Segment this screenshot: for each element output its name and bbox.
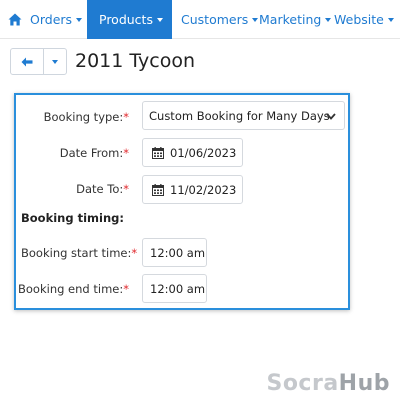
end-time-value: 12:00 am (150, 281, 206, 296)
top-navigation: Orders Products Customers Marketing Webs… (0, 0, 400, 39)
nav-website-label: Website (334, 12, 384, 27)
date-to-label: Date To:* (76, 182, 129, 196)
date-from-field[interactable]: 01/06/2023 (142, 138, 243, 167)
chevron-down-icon (387, 18, 394, 22)
chevron-down-icon (325, 18, 332, 22)
back-button[interactable] (11, 49, 44, 74)
nav-website[interactable]: Website (334, 0, 394, 39)
chevron-down-icon (52, 59, 58, 64)
arrow-left-icon (21, 57, 33, 66)
calendar-icon (152, 146, 164, 159)
back-dropdown-button[interactable] (44, 49, 66, 74)
date-to-field[interactable]: 11/02/2023 (142, 175, 243, 204)
chevron-down-icon (156, 18, 163, 22)
nav-orders-label: Orders (30, 12, 73, 27)
date-to-value: 11/02/2023 (170, 182, 237, 197)
booking-type-select[interactable]: Custom Booking for Many Days (142, 101, 345, 130)
watermark-logo: SocraHub (266, 371, 390, 396)
page-title: 2011 Tycoon (75, 50, 196, 72)
nav-marketing[interactable]: Marketing (259, 0, 332, 39)
booking-panel: Booking type:* Custom Booking for Many D… (14, 93, 350, 310)
date-from-label: Date From:* (59, 146, 129, 160)
start-time-value: 12:00 am (150, 245, 206, 260)
nav-customers-label: Customers (181, 12, 249, 27)
chevron-down-icon (76, 18, 83, 22)
nav-products[interactable]: Products (87, 0, 172, 39)
date-from-value: 01/06/2023 (170, 145, 237, 160)
booking-type-label: Booking type:* (43, 110, 129, 124)
booking-type-value: Custom Booking for Many Days (149, 108, 330, 123)
start-time-field[interactable]: 12:00 am (142, 238, 207, 267)
booking-timing-heading: Booking timing: (21, 211, 124, 225)
nav-products-label: Products (99, 12, 153, 27)
home-icon[interactable] (8, 13, 22, 26)
start-time-label: Booking start time:* (21, 246, 138, 260)
nav-orders[interactable]: Orders (30, 0, 83, 39)
nav-customers[interactable]: Customers (181, 0, 259, 39)
back-button-group (10, 48, 67, 75)
calendar-icon (152, 183, 164, 196)
chevron-down-icon (252, 18, 259, 22)
chevron-down-icon (326, 113, 336, 120)
nav-marketing-label: Marketing (259, 12, 322, 27)
end-time-label: Booking end time:* (18, 282, 129, 296)
end-time-field[interactable]: 12:00 am (142, 274, 207, 303)
